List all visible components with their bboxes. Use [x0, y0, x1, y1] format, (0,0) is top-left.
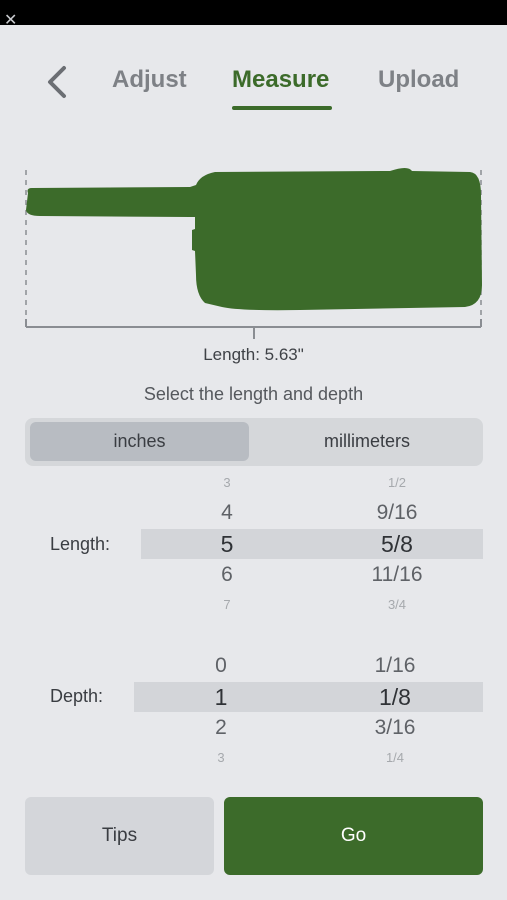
length-whole-option[interactable]: 7 [197, 597, 257, 612]
depth-fraction-option[interactable]: 1/16 [345, 654, 445, 678]
instruction-text: Select the length and depth [143, 384, 364, 404]
close-icon[interactable]: ✕ [4, 13, 22, 29]
unit-option-millimeters[interactable]: millimeters [255, 422, 479, 461]
tab-upload[interactable]: Upload [378, 66, 459, 100]
tab-measure[interactable]: Measure [232, 66, 329, 100]
depth-fraction-option[interactable]: 1/4 [345, 750, 445, 765]
depth-whole-option[interactable]: 2 [191, 716, 251, 740]
length-fraction-option[interactable]: 3/4 [347, 597, 447, 612]
depth-label: Depth: [50, 686, 104, 706]
length-whole-option[interactable]: 3 [197, 475, 257, 490]
depth-fraction-option[interactable]: 3/16 [345, 716, 445, 740]
depth-whole-selected[interactable]: 1 [191, 684, 251, 711]
length-whole-option[interactable]: 6 [197, 563, 257, 587]
length-fraction-option[interactable]: 11/16 [347, 563, 447, 587]
tab-adjust[interactable]: Adjust [112, 66, 187, 100]
tips-button[interactable]: Tips [25, 797, 214, 875]
length-fraction-option[interactable]: 1/2 [347, 475, 447, 490]
go-button[interactable]: Go [224, 797, 483, 875]
length-fraction-selected[interactable]: 5/8 [347, 531, 447, 558]
length-whole-option[interactable]: 4 [197, 501, 257, 525]
depth-fraction-selected[interactable]: 1/8 [345, 684, 445, 711]
status-bar [0, 0, 507, 25]
unit-option-inches[interactable]: inches [30, 422, 249, 461]
item-silhouette-area [0, 155, 507, 345]
length-fraction-option[interactable]: 9/16 [347, 501, 447, 525]
depth-whole-option[interactable]: 3 [191, 750, 251, 765]
length-readout: Length: 5.63" [203, 345, 304, 364]
depth-whole-option[interactable]: 0 [191, 654, 251, 678]
active-tab-indicator [232, 106, 332, 110]
length-label: Length: [50, 534, 111, 554]
length-whole-selected[interactable]: 5 [197, 531, 257, 558]
back-chevron-icon[interactable] [42, 62, 74, 102]
measured-item-silhouette [26, 168, 482, 311]
unit-segmented-control: inches millimeters [25, 418, 483, 466]
